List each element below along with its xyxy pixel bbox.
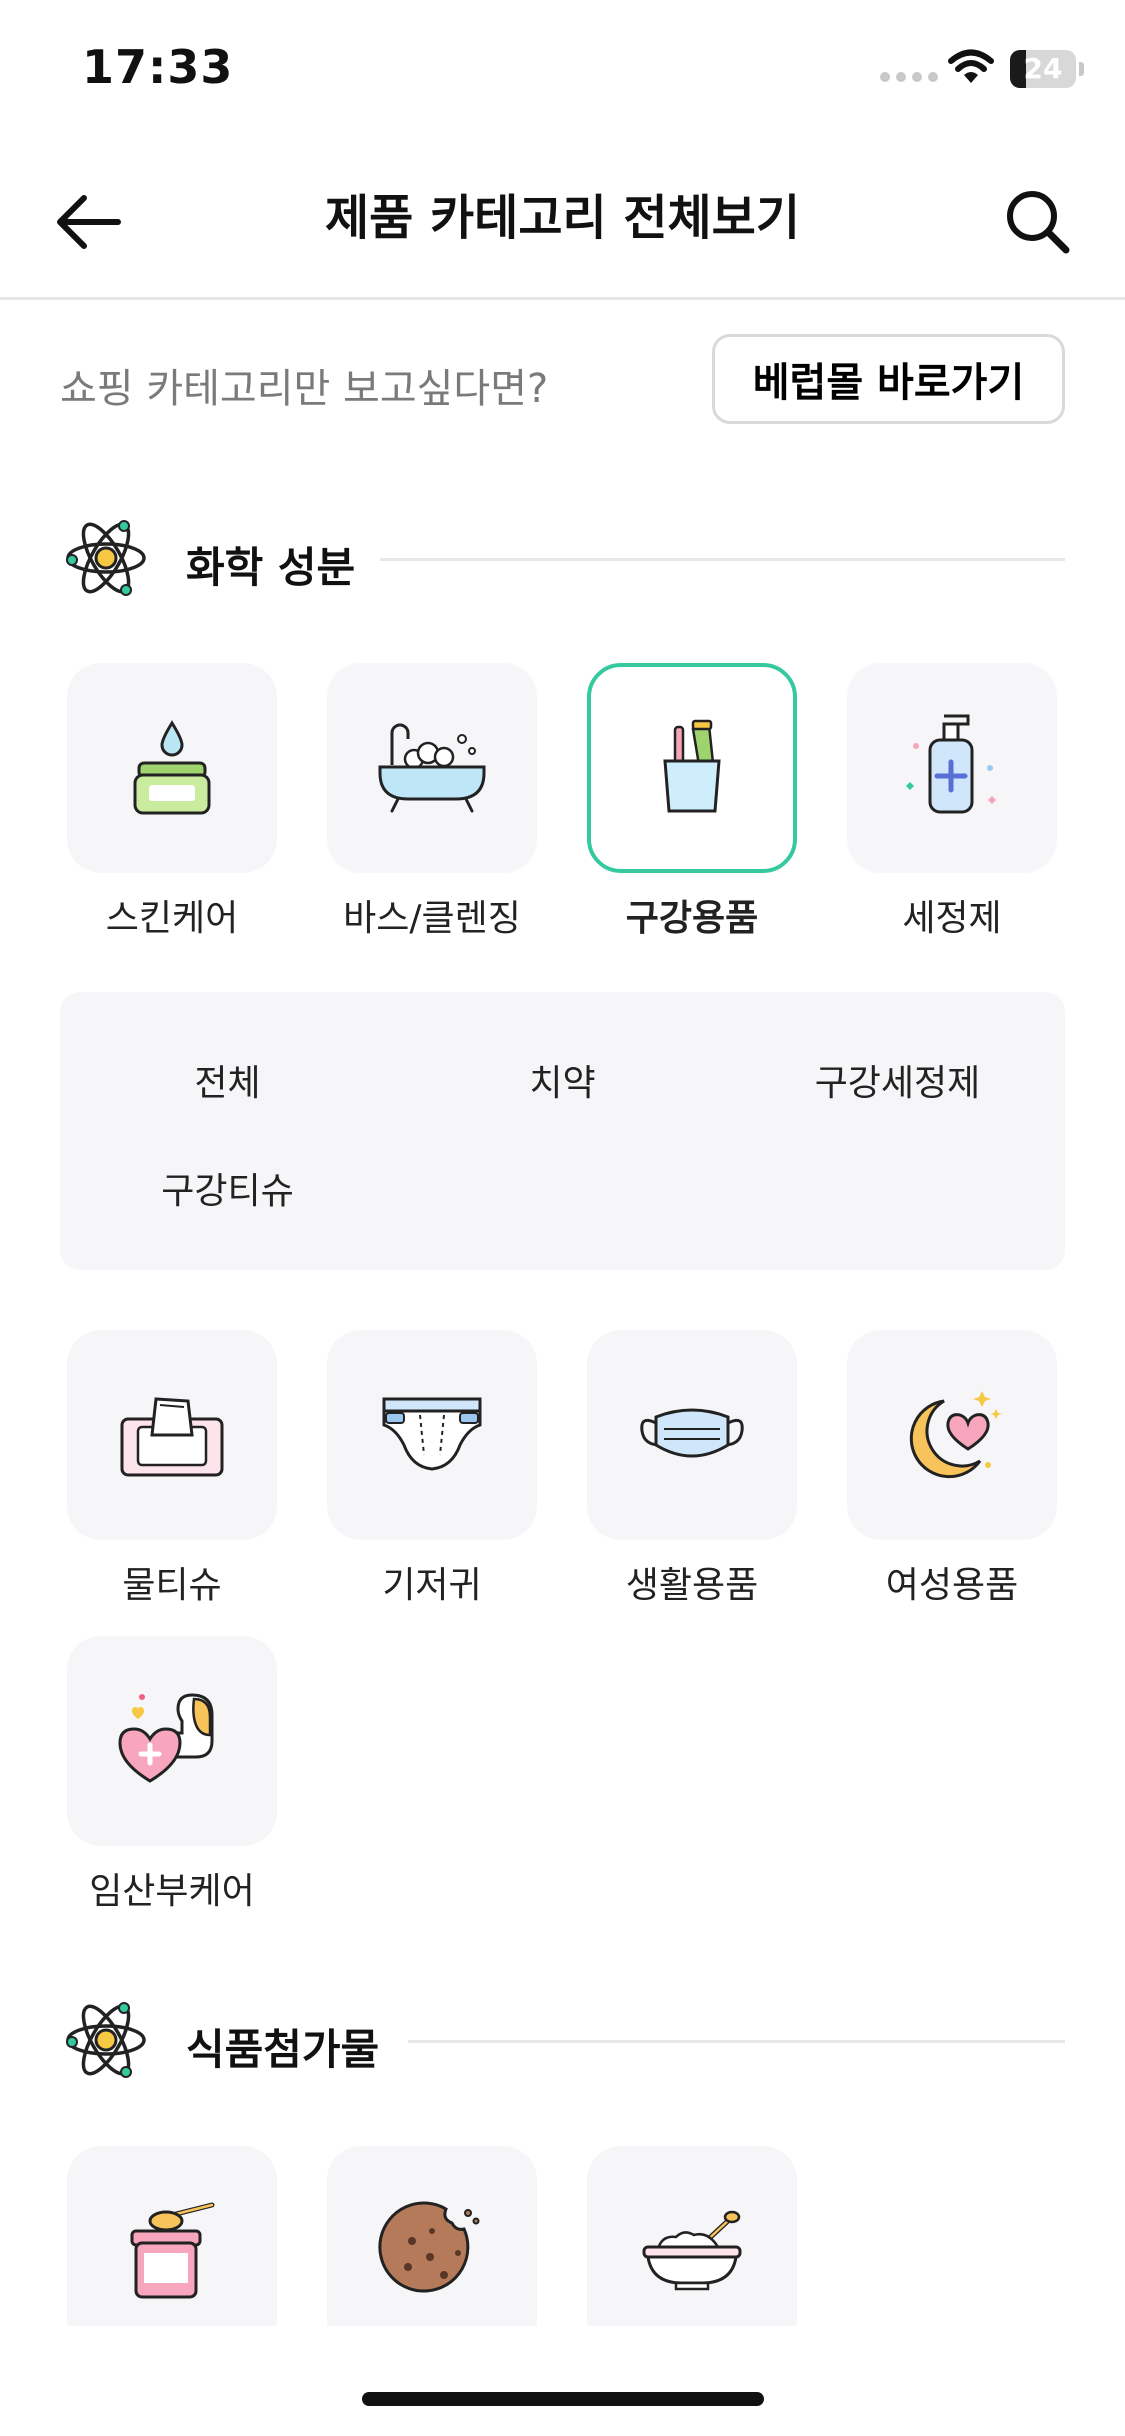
cookie-icon xyxy=(378,2201,480,2293)
toothbrush-cup-icon xyxy=(663,719,721,813)
bathtub-icon xyxy=(378,723,486,813)
category-tile-selected[interactable] xyxy=(587,663,797,873)
subcategory-panel: 전체 치약 구강세정제 구강티슈 xyxy=(60,992,1065,1270)
atom-icon xyxy=(66,2002,146,2078)
category-skincare[interactable]: 스킨케어 xyxy=(67,663,277,941)
category-tile[interactable] xyxy=(327,2146,537,2356)
category-wet-wipes[interactable]: 물티슈 xyxy=(67,1330,277,1608)
diaper-icon xyxy=(382,1397,482,1471)
category-tile[interactable] xyxy=(587,1330,797,1540)
page-title: 제품 카테고리 전체보기 xyxy=(324,190,801,246)
battery-percent: 24 xyxy=(1023,52,1063,85)
section-header-chemical: 화학 성분 xyxy=(0,508,1125,608)
search-icon xyxy=(1007,191,1070,254)
category-tile[interactable] xyxy=(327,1330,537,1540)
category-label: 구강용품 xyxy=(625,898,759,939)
category-bath-cleansing[interactable]: 바스/클렌징 xyxy=(327,663,537,941)
category-maternity-care[interactable]: 임산부케어 xyxy=(67,1636,277,1914)
home-indicator[interactable] xyxy=(362,2392,764,2406)
category-label: 임산부케어 xyxy=(89,1871,255,1912)
rice-bowl-icon xyxy=(642,2210,742,2291)
formula-jar-icon xyxy=(130,2202,215,2299)
status-bar: 17:33 24 xyxy=(0,0,1125,140)
face-mask-icon xyxy=(640,1408,744,1458)
category-tile[interactable] xyxy=(67,2146,277,2356)
section-divider xyxy=(408,2040,1065,2043)
category-tile[interactable] xyxy=(67,663,277,873)
wet-wipes-icon xyxy=(120,1397,224,1477)
heart-care-icon xyxy=(118,1693,214,1783)
bottom-safe-area xyxy=(0,2326,1125,2436)
category-tile[interactable] xyxy=(327,663,537,873)
section-title: 식품첨가물 xyxy=(186,2025,380,2074)
category-feminine[interactable]: 여성용품 xyxy=(847,1330,1057,1608)
cream-jar-icon xyxy=(133,720,211,815)
subcategory-all[interactable]: 전체 xyxy=(60,1054,395,1106)
category-label: 바스/클렌징 xyxy=(343,898,521,939)
header: 제품 카테고리 전체보기 xyxy=(0,140,1125,300)
pump-bottle-icon xyxy=(906,714,996,814)
category-label: 세정제 xyxy=(902,898,1002,939)
category-label: 스킨케어 xyxy=(105,898,239,939)
wifi-icon xyxy=(948,48,994,90)
shopping-row: 쇼핑 카테고리만 보고싶다면? 베럽몰 바로가기 xyxy=(0,330,1125,430)
category-food-1[interactable] xyxy=(67,2146,277,2356)
category-label: 물티슈 xyxy=(122,1565,222,1606)
category-diaper[interactable]: 기저귀 xyxy=(327,1330,537,1608)
arrow-left-icon xyxy=(57,195,121,249)
atom-icon xyxy=(66,520,146,596)
back-button[interactable] xyxy=(52,184,128,260)
category-tile[interactable] xyxy=(847,1330,1057,1540)
battery-icon: 24 xyxy=(1010,50,1076,88)
category-tile[interactable] xyxy=(587,2146,797,2356)
category-tile[interactable] xyxy=(67,1636,277,1846)
subcategory-mouthwash[interactable]: 구강세정제 xyxy=(730,1054,1065,1106)
category-food-3[interactable] xyxy=(587,2146,797,2356)
category-label: 여성용품 xyxy=(885,1565,1019,1606)
category-household[interactable]: 생활용품 xyxy=(587,1330,797,1608)
category-tile[interactable] xyxy=(847,663,1057,873)
section-title: 화학 성분 xyxy=(186,543,356,592)
category-tile[interactable] xyxy=(67,1330,277,1540)
category-oral-care[interactable]: 구강용품 xyxy=(587,663,797,941)
section-header-food-additives: 식품첨가물 xyxy=(0,1990,1125,2090)
subcategory-toothpaste[interactable]: 치약 xyxy=(395,1054,730,1106)
shopping-prompt: 쇼핑 카테고리만 보고싶다면? xyxy=(60,366,549,412)
category-food-2[interactable] xyxy=(327,2146,537,2356)
search-button[interactable] xyxy=(1000,184,1076,260)
category-detergent[interactable]: 세정제 xyxy=(847,663,1057,941)
section-divider xyxy=(380,558,1065,561)
status-time: 17:33 xyxy=(82,40,234,94)
subcategory-oral-tissue[interactable]: 구강티슈 xyxy=(60,1162,395,1214)
category-label: 기저귀 xyxy=(382,1565,482,1606)
mall-shortcut-button[interactable]: 베럽몰 바로가기 xyxy=(712,334,1065,424)
category-label: 생활용품 xyxy=(625,1565,759,1606)
moon-heart-icon xyxy=(909,1391,1002,1479)
cellular-signal-icon xyxy=(880,72,938,82)
